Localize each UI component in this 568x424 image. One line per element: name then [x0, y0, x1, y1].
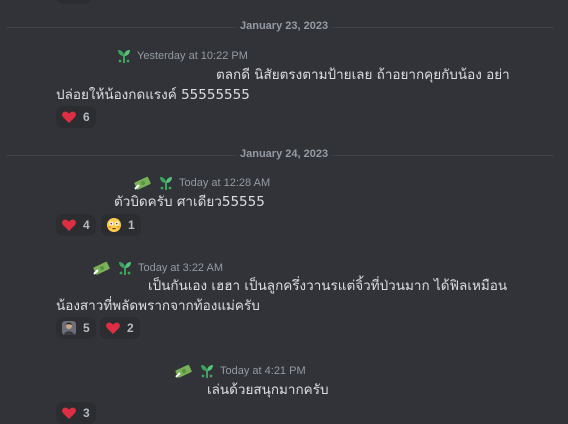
money-badge-icon [174, 362, 194, 380]
message-text-line: เล่นด้วยสนุกมากครับ [207, 382, 329, 398]
flushed-face-icon [106, 217, 122, 233]
money-badge-icon [133, 174, 153, 192]
message-text-line: ปล่อยให้น้องกดแรงค์ 55555555 [56, 87, 250, 103]
previous-reaction-fragment [56, 0, 92, 4]
money-badge-icon [92, 259, 112, 277]
message-timestamp[interactable]: Yesterday at 10:22 PM [137, 50, 248, 62]
sprout-badge-icon [115, 47, 133, 65]
message-timestamp[interactable]: Today at 12:28 AM [179, 177, 270, 189]
sprout-badge-icon [116, 259, 134, 277]
reaction-count: 4 [83, 218, 90, 232]
heart-icon [61, 109, 77, 125]
message-timestamp[interactable]: Today at 4:21 PM [220, 365, 306, 377]
message-text-line: ตลกดี นิสัยตรงตามป้ายเลย ถ้าอยากคุยกับน้… [216, 67, 510, 83]
reaction-heart[interactable]: 2 [100, 317, 140, 339]
reaction-count: 2 [127, 321, 134, 335]
message-header: Today at 4:21 PM [174, 362, 306, 380]
reaction-count: 6 [83, 110, 90, 124]
heart-icon [61, 405, 77, 421]
message-timestamp[interactable]: Today at 3:22 AM [138, 262, 223, 274]
date-divider-label: January 24, 2023 [236, 148, 333, 160]
message-text-line: ตัวบิดครับ ศาเดียว55555 [114, 194, 265, 210]
message-header: Yesterday at 10:22 PM [115, 47, 248, 65]
message-header: Today at 12:28 AM [133, 174, 270, 192]
date-divider-label: January 23, 2023 [236, 20, 333, 32]
heart-icon [105, 320, 121, 336]
reaction-count: 5 [83, 321, 90, 335]
sprout-badge-icon [157, 174, 175, 192]
reaction-count: 1 [128, 218, 135, 232]
date-divider: January 24, 2023 [6, 148, 554, 160]
reaction-heart[interactable]: 6 [56, 106, 96, 128]
reaction-count: 3 [83, 406, 90, 420]
message-header: Today at 3:22 AM [92, 259, 223, 277]
avatar-emoji-icon [61, 320, 77, 336]
reaction-avatar-emoji[interactable]: 5 [56, 317, 96, 339]
reaction-flushed-face[interactable]: 1 [101, 214, 141, 236]
date-divider: January 23, 2023 [6, 20, 554, 32]
message-text-line: น้องสาวที่พลัดพรากจากท้องแม่ครับ [56, 298, 260, 314]
reaction-heart[interactable]: 4 [56, 214, 96, 236]
message-text-line: เป็นกันเอง เฮฮา เป็นลูกครึ่งวานรแต่จิ้วท… [148, 278, 508, 294]
heart-icon [61, 217, 77, 233]
sprout-badge-icon [198, 362, 216, 380]
reaction-heart[interactable]: 3 [56, 402, 96, 424]
